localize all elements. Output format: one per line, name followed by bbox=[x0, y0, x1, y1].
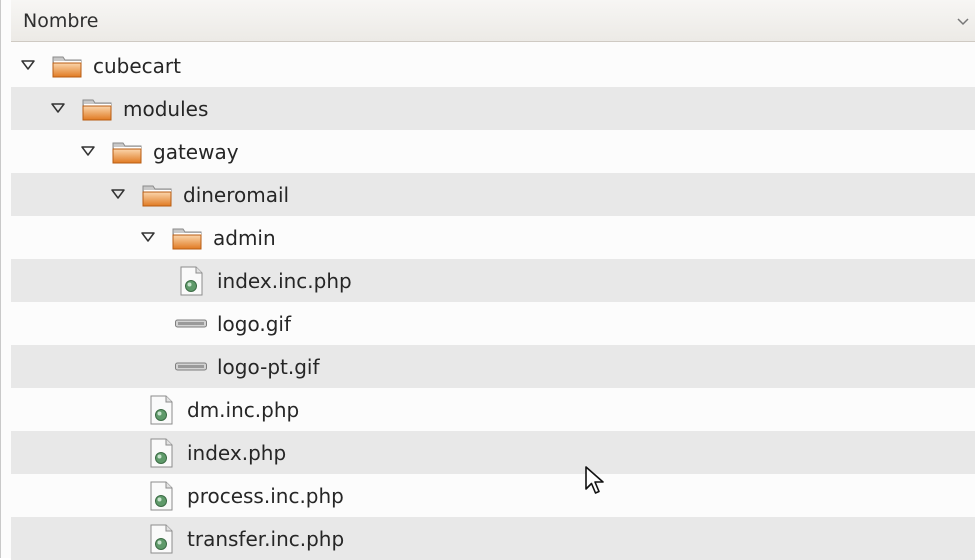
tree-row-file[interactable]: logo.gif bbox=[11, 302, 975, 345]
tree-item-label: logo.gif bbox=[217, 312, 292, 336]
tree-row-file[interactable]: dm.inc.php bbox=[11, 388, 975, 431]
folder-icon bbox=[171, 222, 203, 254]
tree-row-file[interactable]: process.inc.php bbox=[11, 474, 975, 517]
tree-row-folder[interactable]: cubecart bbox=[11, 44, 975, 87]
folder-icon bbox=[81, 93, 113, 125]
tree-item-label: process.inc.php bbox=[187, 484, 344, 508]
folder-icon bbox=[51, 50, 83, 82]
folder-icon bbox=[141, 179, 173, 211]
tree-item-label: index.inc.php bbox=[217, 269, 352, 293]
expander-triangle-icon[interactable] bbox=[139, 228, 157, 246]
tree-row-folder[interactable]: dineromail bbox=[11, 173, 975, 216]
image-file-icon bbox=[175, 308, 207, 340]
expander-triangle-icon[interactable] bbox=[49, 99, 67, 117]
file-tree: cubecart modules gateway dineromail admi… bbox=[11, 44, 975, 560]
tree-item-label: logo-pt.gif bbox=[217, 355, 320, 379]
expander-triangle-icon[interactable] bbox=[19, 56, 37, 74]
php-file-icon bbox=[145, 523, 177, 555]
column-header-label: Nombre bbox=[23, 10, 99, 32]
tree-item-label: modules bbox=[123, 97, 209, 121]
tree-row-file[interactable]: index.php bbox=[11, 431, 975, 474]
tree-row-folder[interactable]: admin bbox=[11, 216, 975, 259]
tree-item-label: gateway bbox=[153, 140, 239, 164]
chevron-down-icon[interactable] bbox=[956, 14, 970, 28]
php-file-icon bbox=[145, 437, 177, 469]
image-file-icon bbox=[175, 351, 207, 383]
tree-item-label: transfer.inc.php bbox=[187, 527, 345, 551]
expander-triangle-icon[interactable] bbox=[109, 185, 127, 203]
tree-row-folder[interactable]: modules bbox=[11, 87, 975, 130]
tree-row-file[interactable]: transfer.inc.php bbox=[11, 517, 975, 560]
tree-row-folder[interactable]: gateway bbox=[11, 130, 975, 173]
expander-triangle-icon[interactable] bbox=[79, 142, 97, 160]
file-browser: Nombre cubecart modules gateway dineroma… bbox=[0, 0, 975, 560]
php-file-icon bbox=[145, 480, 177, 512]
tree-item-label: dineromail bbox=[183, 183, 290, 207]
tree-item-label: dm.inc.php bbox=[187, 398, 300, 422]
mouse-cursor-icon bbox=[584, 465, 608, 497]
tree-item-label: index.php bbox=[187, 441, 287, 465]
tree-row-file[interactable]: index.inc.php bbox=[11, 259, 975, 302]
php-file-icon bbox=[145, 394, 177, 426]
tree-row-file[interactable]: logo-pt.gif bbox=[11, 345, 975, 388]
tree-item-label: admin bbox=[213, 226, 276, 250]
folder-icon bbox=[111, 136, 143, 168]
tree-item-label: cubecart bbox=[93, 54, 181, 78]
column-header[interactable]: Nombre bbox=[11, 0, 975, 42]
php-file-icon bbox=[175, 265, 207, 297]
